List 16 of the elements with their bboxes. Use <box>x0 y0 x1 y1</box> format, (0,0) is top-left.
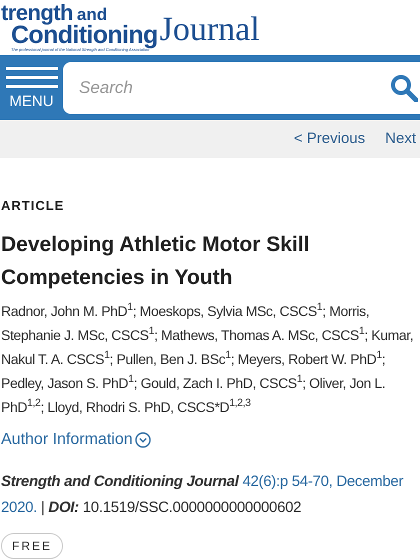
free-badge: FREE <box>1 532 64 558</box>
citation: Strength and Conditioning Journal 42(6):p 54-70, December 2020. | DOI: 10.1519/SSC.0000000000000602 <box>1 472 404 518</box>
logo-text: trength <box>1 3 73 23</box>
logo-text: Conditioning <box>11 23 158 47</box>
search-icon[interactable] <box>390 74 418 102</box>
author-list: Radnor, John M. PhD$^{1}$; Moeskops, Sylvia MSc, CSCS$^{1}$; Morris, Stephanie J. MSc, CSCS$^{1}$; Mathews, Thomas A. MSc, CSCS$^{1}$; Kumar, Nakul T. A. CSCS$^{1}$; Pullen, Ben J. BSc$^{1}$; Meyers, Robert W. PhD$^{1}$; Pedley, Jason S. PhD$^{1}$; Gould, Zach I. PhD, CSCS$^{1}$; Oliver, Jon L. PhD$^{1,2}$; Lloyd, Rhodri S. PhD, CSCS*D$^{1,2,3}$ <box>1 298 420 418</box>
article-type: ARTICLE <box>1 197 66 215</box>
previous-link[interactable]: < Previous <box>294 128 366 150</box>
next-link[interactable]: Next <box>385 128 416 150</box>
logo-text: Journal <box>160 13 260 47</box>
chevron-icon <box>134 432 151 448</box>
author-information-link[interactable]: Author Information <box>1 428 151 452</box>
logo-text: and <box>76 7 108 23</box>
search-field[interactable]: Search <box>63 62 420 114</box>
menu-button[interactable]: MENU <box>0 55 63 120</box>
article-title: Developing Athletic Motor Skill Competencies in Youth <box>1 232 310 290</box>
